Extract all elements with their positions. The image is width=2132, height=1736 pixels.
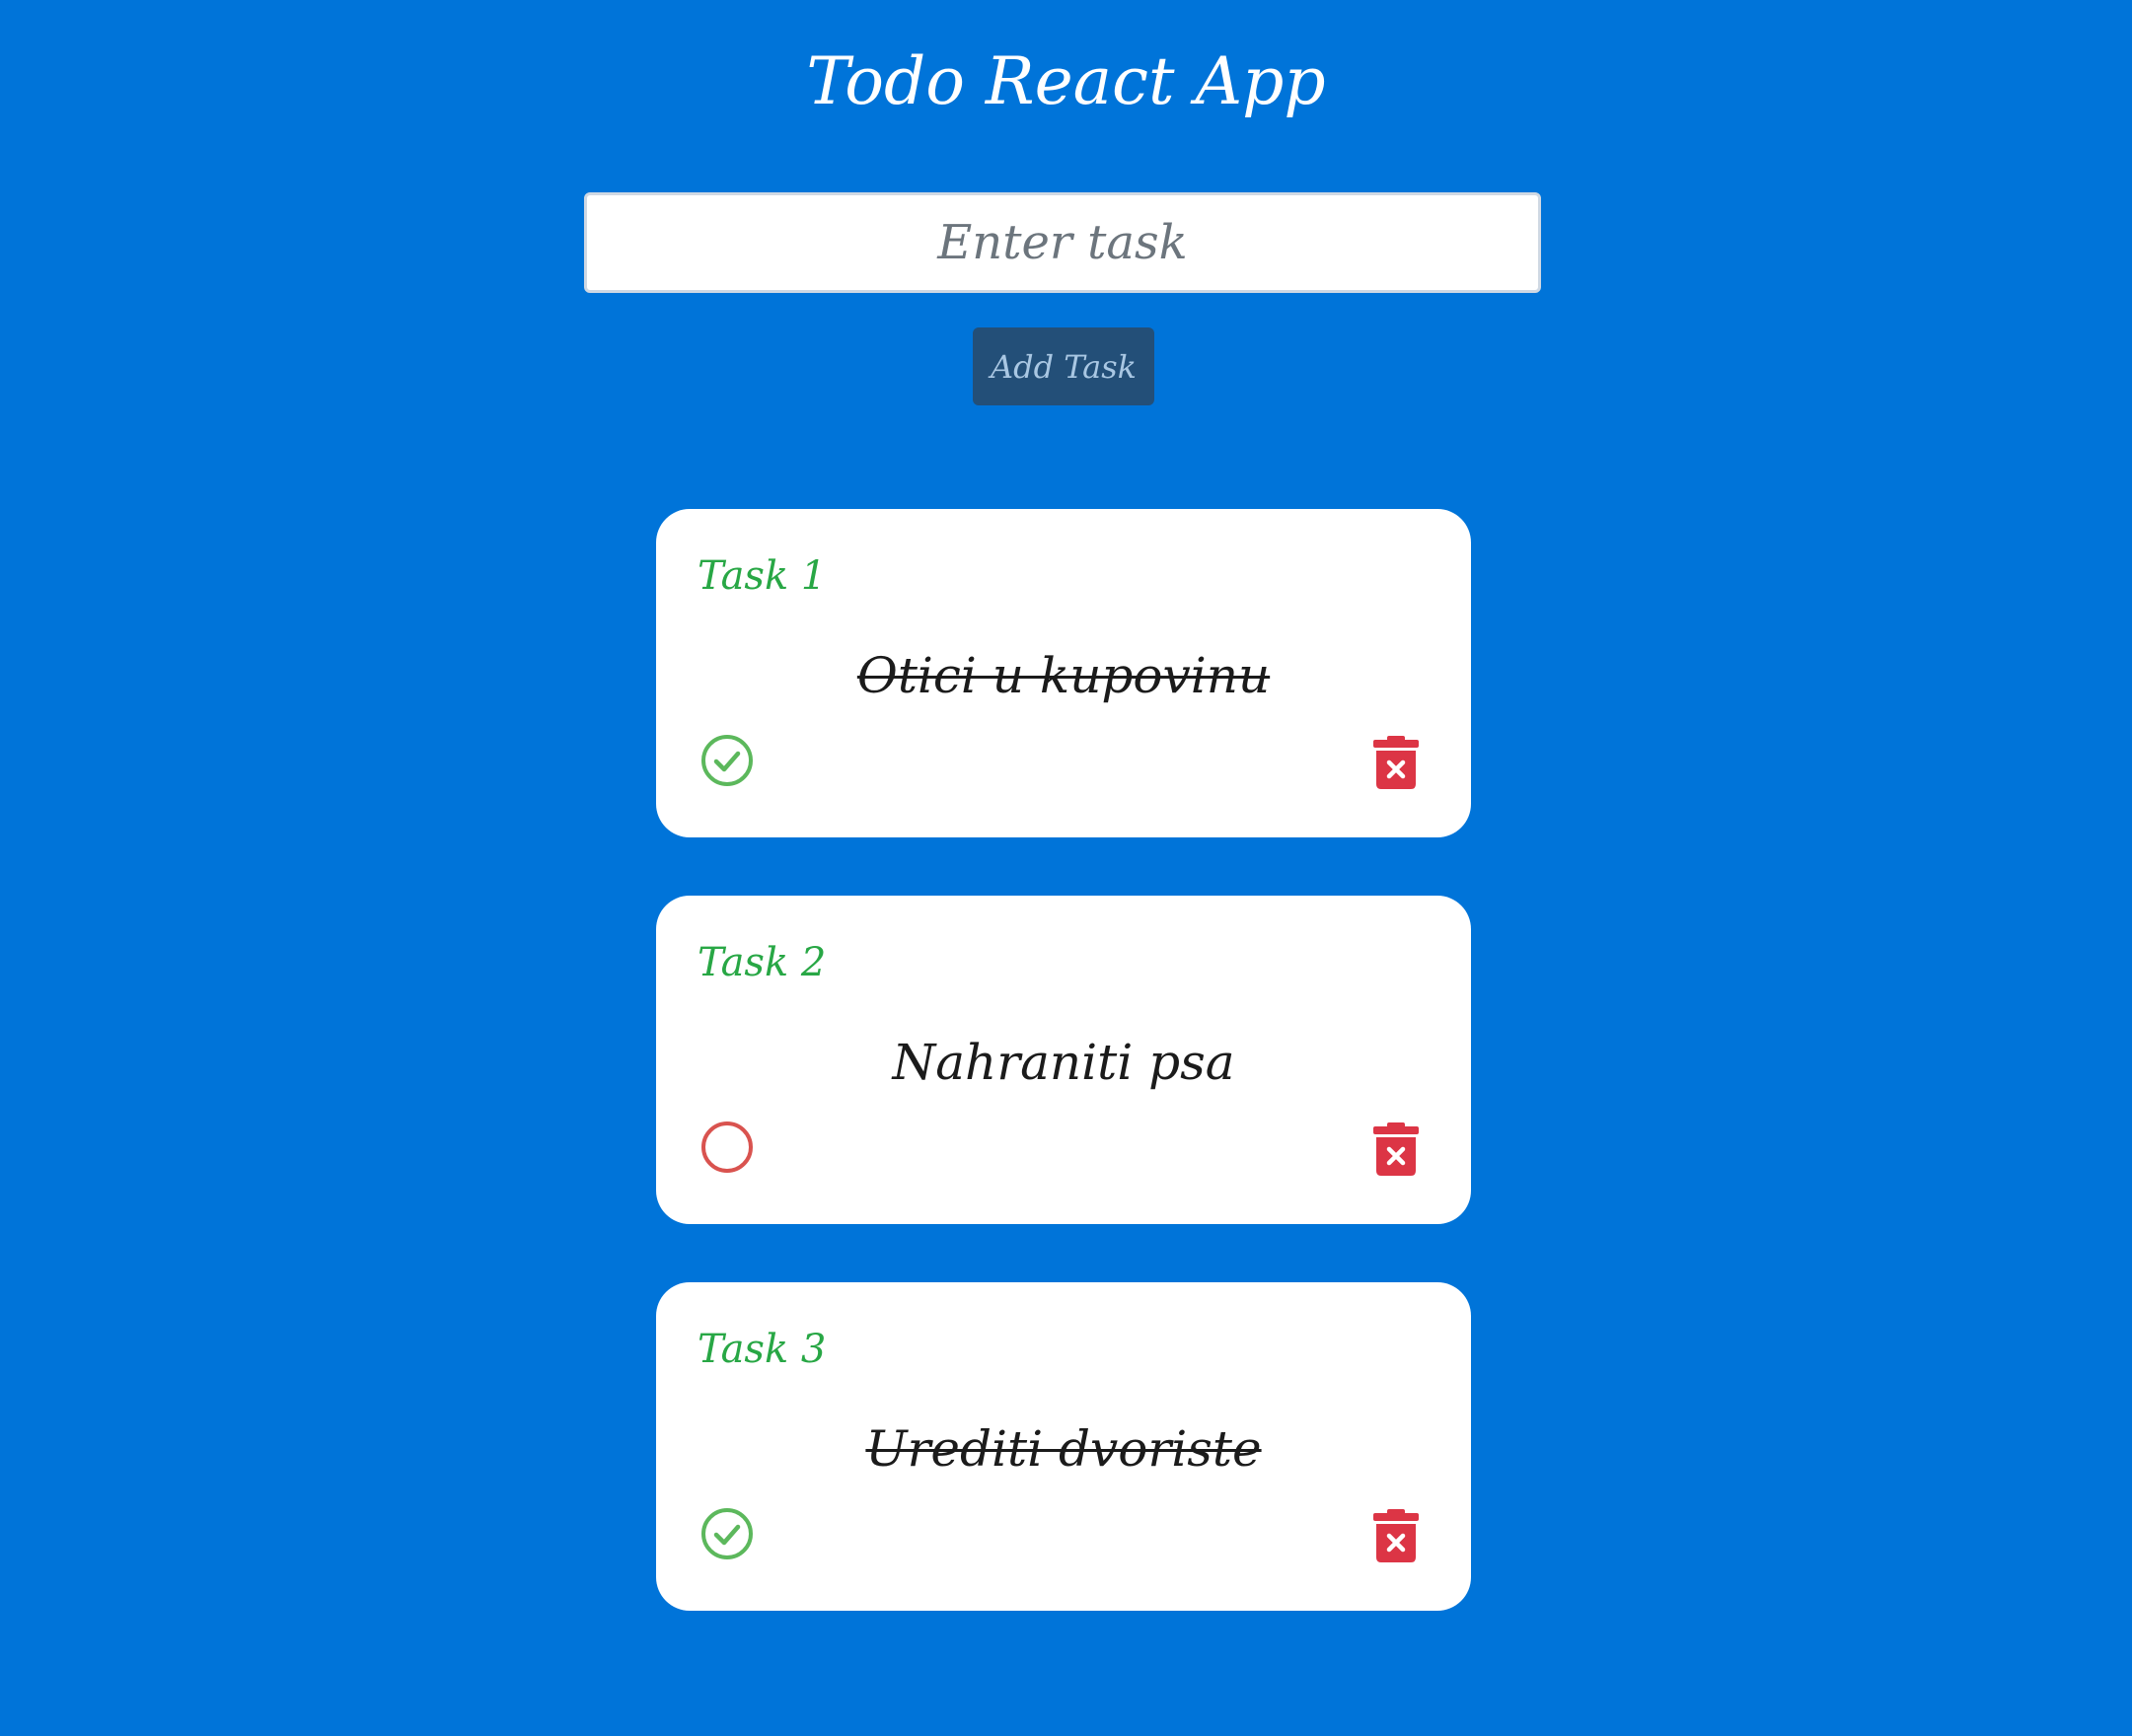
check-circle-icon	[701, 1508, 753, 1559]
task-text: Nahraniti psa	[892, 1034, 1235, 1091]
task-card: Task 3 Urediti dvoriste	[656, 1282, 1471, 1611]
trash-x-icon	[1373, 1509, 1419, 1562]
trash-x-icon	[1373, 1122, 1419, 1176]
task-card: Task 2 Nahraniti psa	[656, 896, 1471, 1224]
task-list: Task 1 Otici u kupovinu Task 2 Nahraniti…	[656, 509, 1471, 1669]
toggle-done-button[interactable]	[700, 734, 754, 787]
delete-task-button[interactable]	[1373, 736, 1419, 789]
add-task-button[interactable]: Add Task	[973, 327, 1154, 405]
delete-task-button[interactable]	[1373, 1509, 1419, 1562]
trash-x-icon	[1373, 736, 1419, 789]
empty-circle-icon	[701, 1121, 753, 1173]
app-title: Todo React App	[806, 43, 1326, 119]
task-number-label: Task 1	[698, 553, 827, 599]
task-text: Urediti dvoriste	[865, 1420, 1262, 1478]
check-circle-icon	[701, 735, 753, 786]
toggle-done-button[interactable]	[700, 1507, 754, 1560]
task-text: Otici u kupovinu	[856, 647, 1271, 704]
task-number-label: Task 2	[698, 940, 827, 985]
task-card: Task 1 Otici u kupovinu	[656, 509, 1471, 837]
toggle-done-button[interactable]	[700, 1121, 754, 1174]
delete-task-button[interactable]	[1373, 1122, 1419, 1176]
task-input[interactable]	[584, 192, 1541, 293]
task-number-label: Task 3	[698, 1327, 827, 1372]
